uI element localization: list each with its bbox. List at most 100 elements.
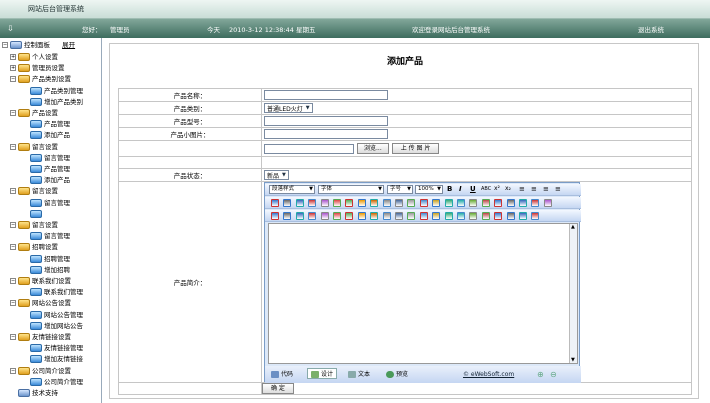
- tab-code[interactable]: 代码: [271, 369, 293, 380]
- sidebar-group[interactable]: − 产品类别设置: [10, 74, 71, 84]
- sidebar-group[interactable]: − 招聘设置: [10, 242, 58, 252]
- sidebar-item[interactable]: 留言管理: [30, 153, 70, 163]
- checkbox-icon[interactable]: [395, 212, 403, 220]
- select-icon[interactable]: [419, 212, 428, 220]
- emotion-icon[interactable]: [432, 212, 441, 220]
- paragraph-style-select[interactable]: 段落样式 ▼: [269, 185, 315, 194]
- hr-icon[interactable]: [357, 212, 366, 220]
- button-icon[interactable]: [382, 212, 391, 220]
- sidebar-item[interactable]: 友情链接管理: [30, 343, 83, 353]
- sidebar-item[interactable]: 联系我们管理: [30, 287, 83, 297]
- bg-color-icon[interactable]: [469, 199, 478, 207]
- toggle-icon[interactable]: −: [10, 110, 16, 116]
- underline-icon[interactable]: U: [470, 185, 476, 193]
- product-name-input[interactable]: [264, 90, 388, 100]
- sidebar-item[interactable]: 公司简介管理: [30, 377, 83, 387]
- file-input[interactable]: [264, 143, 354, 154]
- paste-icon[interactable]: [295, 199, 304, 207]
- redo-icon[interactable]: [382, 199, 391, 207]
- unlink-icon[interactable]: [494, 199, 503, 207]
- grid-icon[interactable]: [345, 212, 354, 220]
- strikethrough-icon[interactable]: ABC: [481, 186, 491, 192]
- sidebar-item[interactable]: 产品类别管理: [30, 86, 83, 96]
- fullscreen-icon[interactable]: [543, 199, 552, 207]
- toggle-icon[interactable]: −: [10, 188, 16, 195]
- copy-icon[interactable]: [283, 199, 292, 207]
- find-icon[interactable]: [333, 199, 341, 207]
- sidebar-group[interactable]: − 公司简介设置: [10, 366, 71, 376]
- paste-text-icon[interactable]: [308, 199, 317, 207]
- numbered-list-icon[interactable]: [407, 199, 416, 207]
- toggle-icon[interactable]: −: [10, 143, 16, 150]
- category-select[interactable]: 普通LED火灯 ▼: [264, 103, 313, 113]
- table-icon[interactable]: [519, 199, 527, 207]
- sidebar-group[interactable]: − 留言设置: [10, 220, 58, 230]
- sidebar-item[interactable]: 留言管理: [30, 231, 70, 241]
- sidebar-group[interactable]: − 产品设置: [10, 108, 58, 118]
- sidebar-item[interactable]: 招聘管理: [30, 254, 70, 264]
- subscript-icon[interactable]: x₂: [505, 185, 511, 192]
- scroll-up-icon[interactable]: ▲: [571, 224, 575, 230]
- scroll-down-icon[interactable]: ▼: [571, 357, 575, 363]
- sidebar-group[interactable]: + 管理员设置: [10, 63, 65, 73]
- text-color-icon[interactable]: [457, 199, 465, 207]
- toggle-icon[interactable]: −: [10, 76, 16, 83]
- tab-design[interactable]: 设计: [307, 368, 338, 379]
- product-model-input[interactable]: [264, 116, 388, 126]
- bold-icon[interactable]: B: [447, 185, 452, 193]
- delete-icon[interactable]: [345, 199, 354, 207]
- marquee-icon[interactable]: [469, 212, 478, 220]
- sidebar-item[interactable]: 增加产品类别: [30, 97, 83, 107]
- toggle-icon[interactable]: −: [10, 278, 16, 284]
- sidebar-item[interactable]: 增加招聘: [30, 265, 70, 275]
- paste-word-icon[interactable]: [320, 199, 329, 207]
- special-char-icon[interactable]: [531, 199, 540, 207]
- expand-all-link[interactable]: 展开: [62, 41, 75, 49]
- superscript-icon[interactable]: x²: [494, 185, 500, 192]
- sidebar-item[interactable]: 产品管理: [30, 119, 70, 129]
- sidebar-item[interactable]: 技术支持: [18, 388, 58, 398]
- time-icon[interactable]: [457, 212, 465, 220]
- toggle-icon[interactable]: −: [10, 222, 16, 228]
- textarea-icon[interactable]: [333, 212, 341, 220]
- radio-icon[interactable]: [407, 212, 416, 220]
- collapse-icon[interactable]: −: [2, 42, 8, 48]
- status-select[interactable]: 新品 ▼: [264, 170, 289, 180]
- file-icon[interactable]: [308, 212, 317, 220]
- textbox-icon[interactable]: [320, 212, 329, 220]
- tab-text[interactable]: 文本: [348, 369, 370, 380]
- toggle-icon[interactable]: −: [10, 367, 16, 374]
- font-size-select[interactable]: 字号 ▼: [387, 185, 413, 194]
- flash-icon[interactable]: [283, 212, 292, 220]
- italic-icon[interactable]: I: [459, 185, 462, 193]
- cut-icon[interactable]: [271, 199, 279, 207]
- sidebar-item[interactable]: 网站公告管理: [30, 310, 83, 320]
- page-break-icon[interactable]: [481, 212, 490, 220]
- browse-button[interactable]: 浏览...: [357, 143, 389, 154]
- help-icon[interactable]: [519, 212, 527, 220]
- sidebar-item[interactable]: 添加产品: [30, 130, 70, 140]
- form-icon[interactable]: [370, 212, 379, 220]
- toggle-icon[interactable]: −: [10, 300, 16, 307]
- tab-preview[interactable]: 预览: [386, 369, 408, 380]
- toggle-icon[interactable]: +: [10, 65, 16, 72]
- date-icon[interactable]: [444, 212, 453, 220]
- image-icon[interactable]: [271, 212, 279, 220]
- sidebar-item[interactable]: 添加产品: [30, 175, 70, 185]
- eraser-icon[interactable]: [357, 199, 366, 207]
- submit-button[interactable]: 确 定: [262, 383, 294, 394]
- sidebar-group[interactable]: − 联系我们设置: [10, 276, 71, 286]
- sidebar-item[interactable]: 产品管理: [30, 164, 70, 174]
- align-left-icon[interactable]: ≡: [519, 185, 525, 193]
- expand-editor-icon[interactable]: ⊕: [537, 369, 544, 380]
- tree-root[interactable]: − 控制面板 展开: [2, 40, 75, 50]
- toggle-icon[interactable]: −: [10, 334, 16, 340]
- logout-link[interactable]: 退出系统: [638, 24, 664, 34]
- sidebar-group[interactable]: − 友情链接设置: [10, 332, 71, 342]
- sidebar-group[interactable]: − 留言设置: [10, 186, 58, 196]
- sidebar-group[interactable]: + 个人设置: [10, 52, 58, 62]
- align-right-icon[interactable]: ≡: [543, 185, 549, 193]
- align-center-icon[interactable]: ≡: [531, 185, 537, 193]
- align-justify-icon[interactable]: ≡: [555, 185, 561, 193]
- undo-icon[interactable]: [370, 199, 379, 207]
